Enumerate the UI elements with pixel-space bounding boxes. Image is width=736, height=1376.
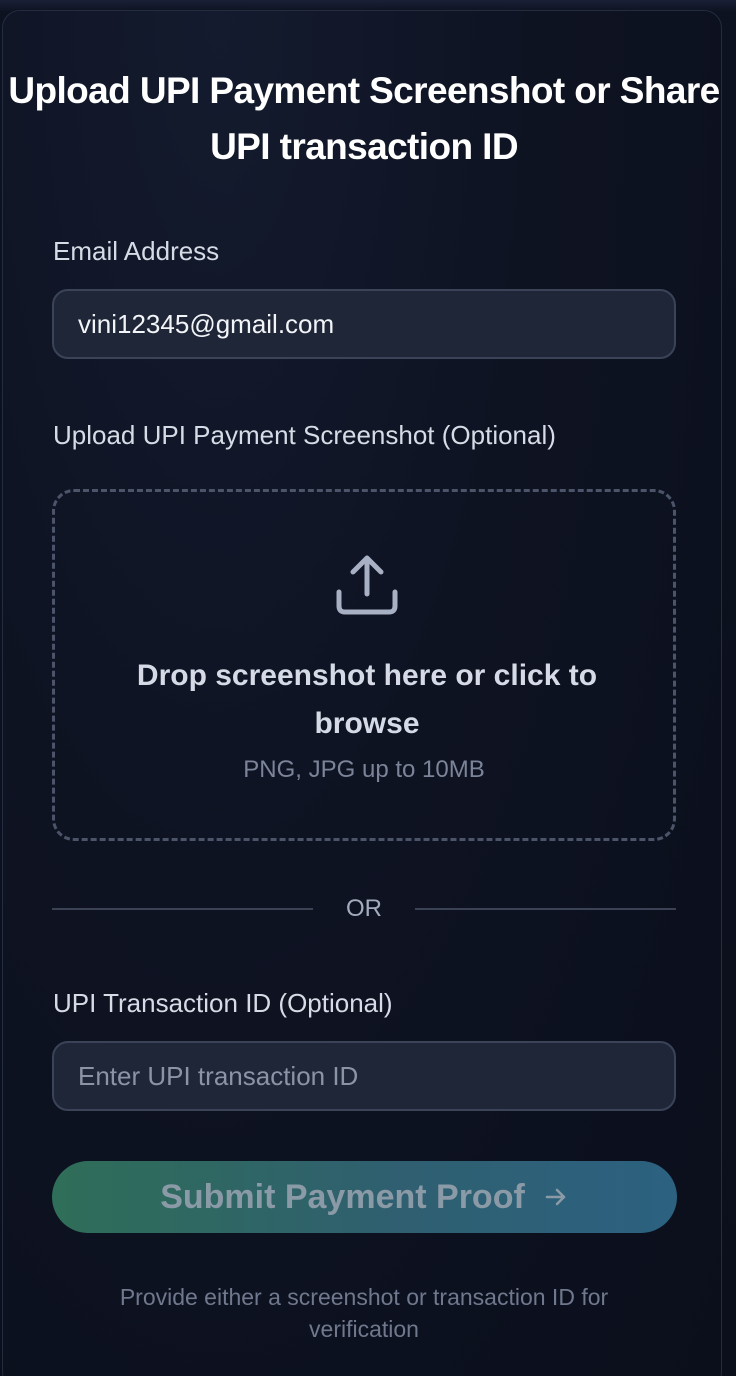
upload-label: Upload UPI Payment Screenshot (Optional) xyxy=(53,420,556,450)
or-divider-text: OR xyxy=(346,895,382,922)
page: Upload UPI Payment Screenshot or Share U… xyxy=(0,0,736,1376)
submit-button-label: Submit Payment Proof xyxy=(160,1177,525,1216)
transaction-id-input[interactable] xyxy=(52,1041,676,1111)
dropzone-prompt: Drop screenshot here or click to browse xyxy=(136,659,598,740)
arrow-right-icon xyxy=(545,1188,566,1206)
form-title: Upload UPI Payment Screenshot or Share U… xyxy=(8,70,720,167)
email-label: Email Address xyxy=(53,236,220,266)
divider-line-left xyxy=(52,908,313,910)
email-field[interactable] xyxy=(52,289,676,359)
submit-payment-proof-button[interactable]: Submit Payment Proof xyxy=(52,1161,677,1233)
payment-proof-card: Upload UPI Payment Screenshot or Share U… xyxy=(2,10,722,1376)
upload-icon xyxy=(336,555,398,615)
screenshot-dropzone[interactable]: Drop screenshot here or click to browse … xyxy=(52,489,676,841)
dropzone-hint: PNG, JPG up to 10MB xyxy=(243,756,485,783)
divider-line-right xyxy=(415,908,676,910)
transaction-id-label: UPI Transaction ID (Optional) xyxy=(53,988,393,1018)
verification-footnote: Provide either a screenshot or transacti… xyxy=(119,1284,609,1342)
